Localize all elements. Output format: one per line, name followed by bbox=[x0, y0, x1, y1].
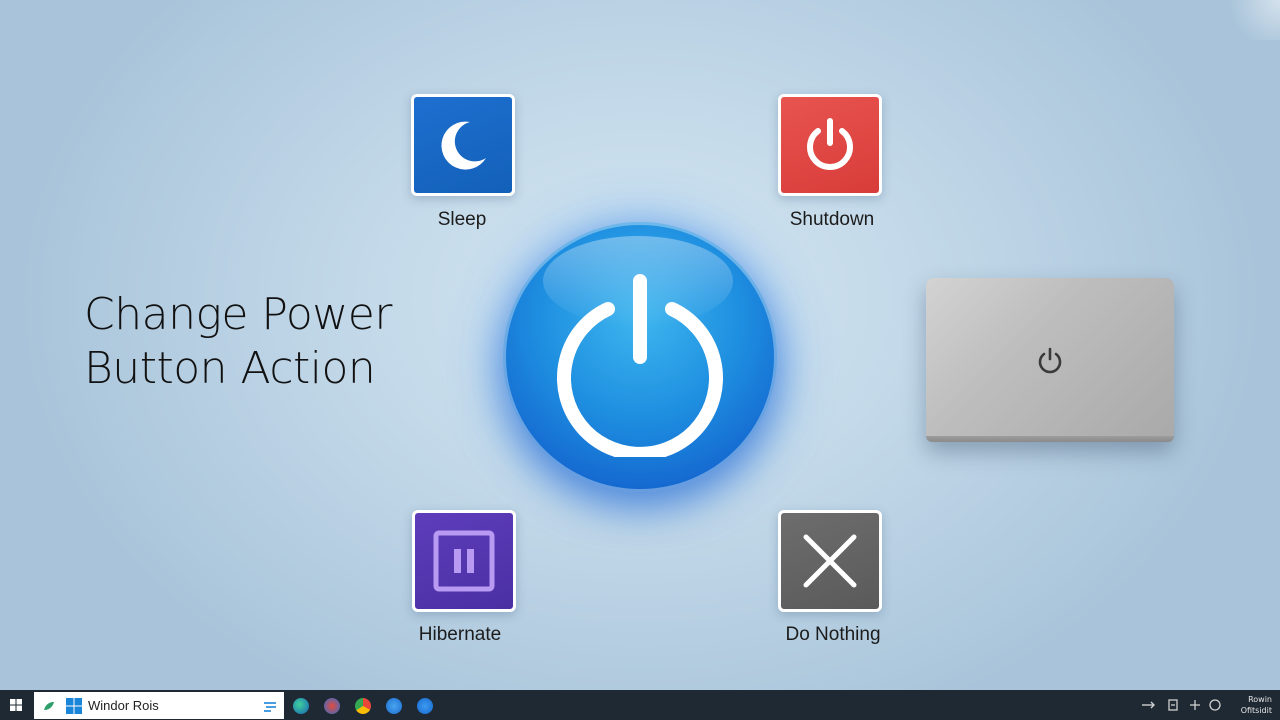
windows-logo-icon bbox=[66, 698, 82, 714]
pause-icon bbox=[433, 530, 495, 592]
power-button-icon bbox=[557, 274, 723, 457]
power-button[interactable] bbox=[503, 222, 777, 492]
background-glare bbox=[1220, 0, 1280, 40]
search-filter-icon bbox=[264, 702, 276, 712]
hibernate-label: Hibernate bbox=[418, 624, 502, 645]
shutdown-option-button[interactable] bbox=[778, 94, 882, 196]
laptop-hinge bbox=[926, 436, 1174, 442]
close-icon bbox=[803, 534, 857, 588]
edge-icon[interactable] bbox=[293, 698, 309, 714]
start-button[interactable] bbox=[0, 690, 32, 720]
network-icon[interactable] bbox=[1141, 699, 1155, 711]
volume-icon[interactable] bbox=[1189, 699, 1201, 711]
laptop-power-icon bbox=[1038, 347, 1062, 374]
sleep-label: Sleep bbox=[437, 209, 487, 230]
do-nothing-label: Do Nothing bbox=[785, 624, 881, 645]
sleep-option-button[interactable] bbox=[411, 94, 515, 196]
clock-icon[interactable] bbox=[1209, 699, 1221, 711]
hibernate-option-button[interactable] bbox=[412, 510, 516, 612]
taskbar-search-box[interactable]: Windor Rois bbox=[34, 692, 284, 719]
title-line-2: Button Action bbox=[84, 343, 376, 394]
tray-line-1: Rowin bbox=[1248, 695, 1272, 704]
tray-datetime[interactable]: Rowin Ofitsidit bbox=[1228, 694, 1272, 716]
explorer-icon[interactable] bbox=[417, 698, 433, 714]
power-icon bbox=[807, 118, 853, 170]
tray-line-2: Ofitsidit bbox=[1240, 706, 1272, 715]
battery-icon[interactable] bbox=[1168, 699, 1178, 711]
laptop-lid bbox=[926, 278, 1174, 442]
search-text: Windor Rois bbox=[88, 698, 159, 713]
title-line-1: Change Power bbox=[84, 289, 392, 340]
mail-icon[interactable] bbox=[324, 698, 340, 714]
moon-icon bbox=[441, 121, 486, 170]
page-title: Change Power Button Action bbox=[84, 288, 392, 396]
leaf-icon bbox=[44, 702, 54, 710]
taskbar: Windor Rois bbox=[0, 690, 1280, 720]
chrome-icon[interactable] bbox=[355, 698, 371, 714]
start-icon bbox=[10, 699, 22, 711]
do-nothing-option-button[interactable] bbox=[778, 510, 882, 612]
shutdown-label: Shutdown bbox=[789, 209, 875, 230]
store-icon[interactable] bbox=[386, 698, 402, 714]
